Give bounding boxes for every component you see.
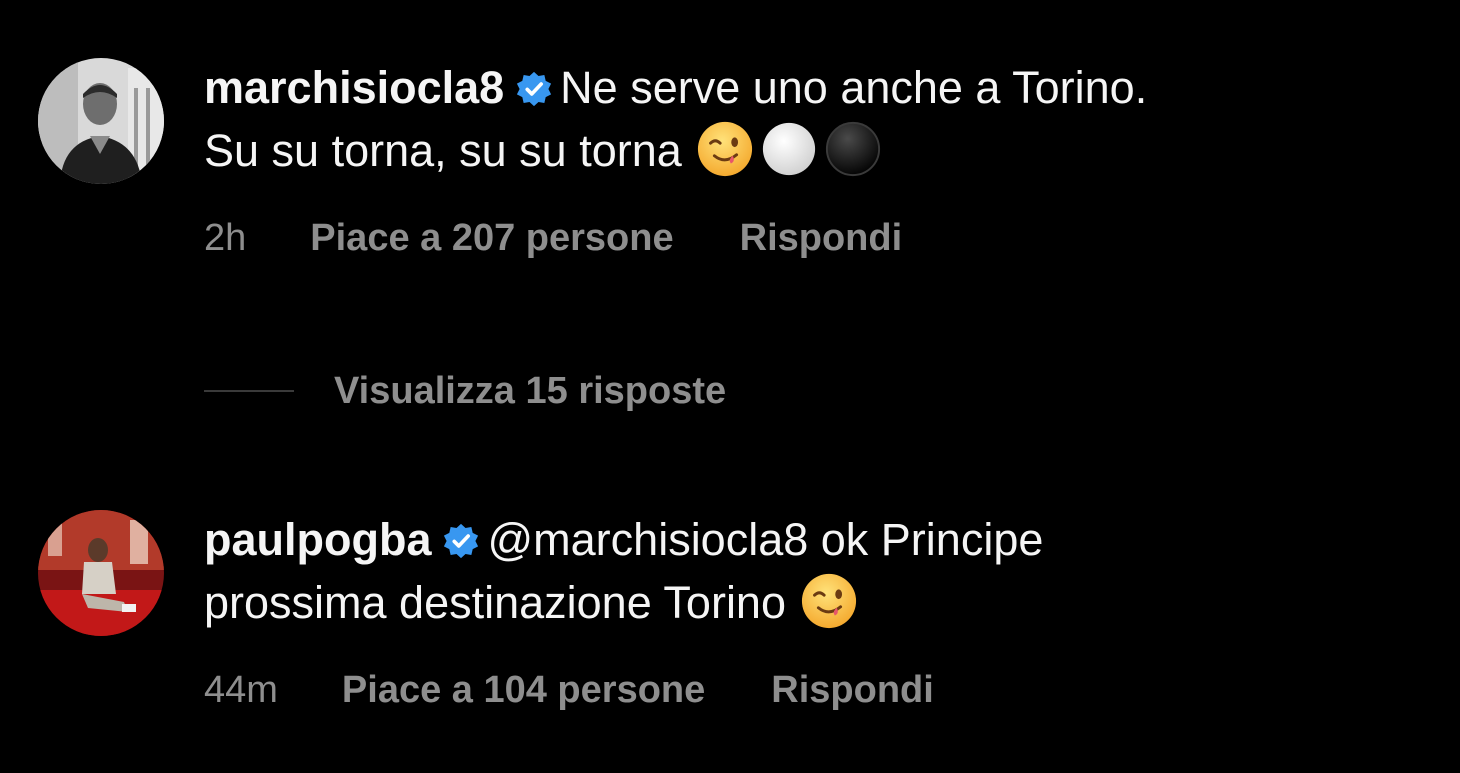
verified-badge-icon — [443, 523, 479, 559]
likes-count-link[interactable]: Piace a 104 persone — [342, 668, 705, 712]
comment-username[interactable]: marchisiocla8 — [204, 62, 504, 113]
comment-line-2: Su su torna, su su torna — [204, 125, 682, 176]
view-replies-label: Visualizza 15 risposte — [334, 369, 727, 412]
comment-text: paulpogba @marchisiocla8 ok Principe pros… — [204, 508, 1424, 634]
verified-badge-icon — [516, 71, 552, 107]
comment-timestamp: 44m — [204, 669, 278, 711]
replies-divider-line — [204, 390, 294, 392]
comment-meta: 44m Piace a 104 persone Rispondi — [204, 668, 1424, 712]
winking-face-icon — [696, 120, 754, 178]
likes-count-link[interactable]: Piace a 207 persone — [310, 216, 673, 260]
comment-line-2: prossima destinazione Torino — [204, 577, 786, 628]
reply-button[interactable]: Rispondi — [771, 668, 934, 712]
comment-line-1: Ne serve uno anche a Torino. — [560, 62, 1148, 113]
avatar[interactable] — [38, 58, 164, 184]
comment-timestamp: 2h — [204, 217, 247, 259]
comment-username[interactable]: paulpogba — [204, 514, 431, 565]
comment-line-1: @marchisiocla8 ok Principe — [487, 514, 1044, 565]
avatar-image — [38, 58, 164, 184]
avatar[interactable] — [38, 510, 164, 636]
avatar-image — [38, 510, 164, 636]
comment-text: marchisiocla8 Ne serve uno anche a Torino… — [204, 56, 1424, 182]
black-circle-icon — [824, 120, 882, 178]
white-circle-icon — [760, 120, 818, 178]
reply-button[interactable]: Rispondi — [740, 216, 903, 260]
view-replies-button[interactable]: Visualizza 15 risposte — [204, 366, 726, 416]
winking-face-icon — [800, 572, 858, 630]
comment-meta: 2h Piace a 207 persone Rispondi — [204, 216, 1424, 260]
